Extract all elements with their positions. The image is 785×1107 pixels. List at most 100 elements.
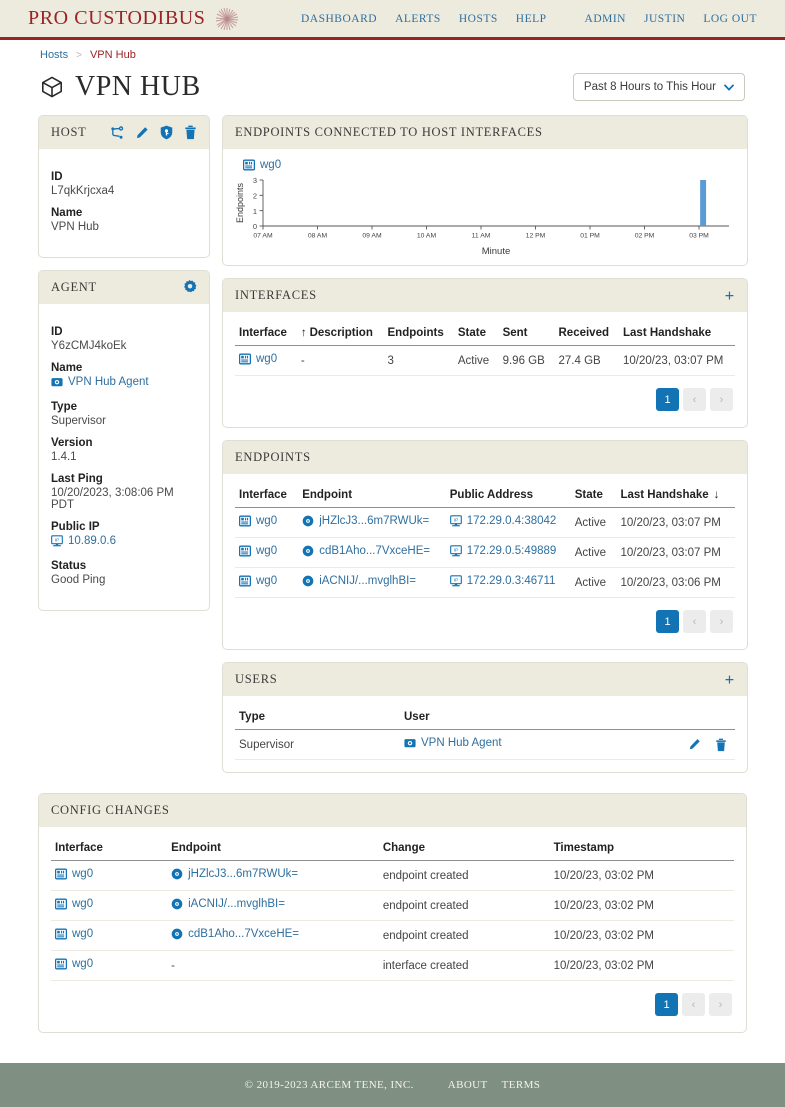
time-range-select[interactable]: Past 8 Hours to This Hour (572, 73, 745, 101)
main-content: HOST ID L7qkKrjcxa4 Name VPN Hub AGENT I… (0, 115, 785, 785)
next-page-button[interactable]: › (709, 993, 732, 1016)
col-interface[interactable]: Interface (235, 322, 297, 346)
page-1-button[interactable]: 1 (656, 610, 679, 633)
page-footer: © 2019-2023 ARCEM TENE, INC. ABOUT TERMS (0, 1063, 785, 1107)
col-last-handshake[interactable]: Last Handshake (616, 484, 735, 508)
interface-link[interactable]: wg0 (238, 353, 277, 365)
agent-public-ip-link[interactable]: IP 10.89.0.6 (51, 535, 116, 547)
svg-text:IP: IP (55, 538, 59, 543)
col-interface[interactable]: Interface (235, 484, 299, 508)
col-interface[interactable]: Interface (51, 837, 168, 861)
svg-text:12 PM: 12 PM (526, 233, 546, 240)
prev-page-button[interactable]: ‹ (683, 610, 706, 633)
endpoint-link[interactable]: jHZlcJ3...6m7RWUk= (171, 868, 298, 880)
col-state[interactable]: State (453, 322, 499, 346)
host-key-shield-icon[interactable] (160, 125, 173, 140)
svg-text:IP: IP (454, 548, 458, 553)
agent-type-label: Type (51, 401, 77, 413)
cell-state: Active (453, 345, 499, 376)
endpoint-link[interactable]: cdB1Aho...7VxceHE= (171, 928, 299, 940)
interface-name: wg0 (72, 958, 94, 970)
host-topology-icon[interactable] (110, 125, 124, 140)
breadcrumb-current: VPN Hub (89, 49, 136, 61)
edit-icon[interactable] (688, 738, 701, 751)
nav-logout[interactable]: LOG OUT (703, 13, 757, 25)
sunburst-logo-icon (214, 6, 240, 32)
interface-icon (54, 868, 68, 880)
col-type[interactable]: Type (235, 706, 400, 730)
nav-admin[interactable]: ADMIN (585, 13, 626, 25)
next-page-button[interactable]: › (710, 610, 733, 633)
next-page-button[interactable]: › (710, 388, 733, 411)
col-change[interactable]: Change (378, 837, 550, 861)
interface-link[interactable]: wg0 (54, 928, 94, 940)
col-endpoint[interactable]: Endpoint (298, 484, 446, 508)
col-public-address[interactable]: Public Address (445, 484, 571, 508)
interface-link[interactable]: wg0 (238, 515, 277, 527)
interface-link[interactable]: wg0 (238, 575, 277, 587)
svg-text:09 AM: 09 AM (362, 233, 382, 240)
interface-name: wg0 (72, 898, 94, 910)
col-endpoint[interactable]: Endpoint (167, 837, 379, 861)
col-sent[interactable]: Sent (498, 322, 555, 346)
monitor-ip-icon: IP (51, 535, 63, 547)
users-card: USERS + Type User Supervisor VPN Hub Age… (222, 662, 748, 773)
cell-endpoint: cdB1Aho...7VxceHE= (298, 537, 446, 568)
delete-icon[interactable] (715, 738, 727, 752)
footer-terms-link[interactable]: TERMS (502, 1079, 541, 1091)
user-link[interactable]: VPN Hub Agent (404, 737, 502, 749)
chart-legend-item[interactable]: wg0 (242, 159, 281, 171)
nav-dashboard[interactable]: DASHBOARD (301, 13, 377, 25)
endpoint-link[interactable]: iACNIJ/...mvglhBI= (302, 575, 416, 587)
endpoint-link[interactable]: jHZlcJ3...6m7RWUk= (302, 515, 429, 527)
table-row: wg0 - 3 Active 9.96 GB 27.4 GB 10/20/23,… (235, 345, 735, 376)
endpoint-link[interactable]: iACNIJ/...mvglhBI= (171, 898, 285, 910)
footer-about-link[interactable]: ABOUT (448, 1079, 488, 1091)
col-timestamp[interactable]: Timestamp (549, 837, 734, 861)
interface-link[interactable]: wg0 (238, 545, 277, 557)
public-address-link[interactable]: IP 172.29.0.4:38042 (449, 515, 556, 527)
endpoints-bar-chart: 0 1 2 3 Endpoints 07 AM 08 AM 09 AM 10 AM 11 AM 12… (235, 176, 729, 257)
host-delete-icon[interactable] (184, 125, 197, 140)
nav-alerts[interactable]: ALERTS (395, 13, 441, 25)
col-last-handshake[interactable]: Last Handshake (619, 322, 735, 346)
interfaces-table: Interface Description Endpoints State Se… (235, 322, 735, 376)
nav-hosts[interactable]: HOSTS (459, 13, 498, 25)
col-received[interactable]: Received (554, 322, 619, 346)
page-1-button[interactable]: 1 (656, 388, 679, 411)
col-user[interactable]: User (400, 706, 629, 730)
monitor-ip-icon: IP (449, 575, 462, 587)
agent-icon (404, 737, 416, 749)
interface-name: wg0 (72, 928, 94, 940)
page-1-button[interactable]: 1 (655, 993, 678, 1016)
nav-justin[interactable]: JUSTIN (644, 13, 685, 25)
endpoints-table-body: wg0 jHZlcJ3...6m7RWUk= IP 172.29.0.4:38042 A… (235, 507, 735, 598)
config-changes-table-body: wg0 jHZlcJ3...6m7RWUk= endpoint created 10/… (51, 860, 734, 981)
col-description[interactable]: Description (296, 322, 384, 346)
agent-name-link[interactable]: VPN Hub Agent (51, 376, 149, 388)
public-address-link[interactable]: IP 172.29.0.3:46711 (449, 575, 555, 587)
add-user-button[interactable]: + (725, 671, 735, 688)
add-interface-button[interactable]: + (725, 287, 735, 304)
prev-page-button[interactable]: ‹ (682, 993, 705, 1016)
gear-icon[interactable] (182, 280, 197, 295)
interface-link[interactable]: wg0 (54, 958, 94, 970)
host-edit-icon[interactable] (135, 126, 149, 140)
breadcrumb-hosts-link[interactable]: Hosts (40, 49, 68, 61)
breadcrumb: Hosts > VPN Hub (0, 40, 785, 65)
users-table-body: Supervisor VPN Hub Agent (235, 729, 735, 760)
endpoint-link[interactable]: cdB1Aho...7VxceHE= (302, 545, 430, 557)
public-address-link[interactable]: IP 172.29.0.5:49889 (449, 545, 556, 557)
col-endpoints[interactable]: Endpoints (383, 322, 454, 346)
interface-link[interactable]: wg0 (54, 868, 93, 880)
col-state[interactable]: State (570, 484, 617, 508)
prev-page-button[interactable]: ‹ (683, 388, 706, 411)
host-details: ID L7qkKrjcxa4 Name VPN Hub (51, 171, 197, 233)
config-changes-card: CONFIG CHANGES Interface Endpoint Change… (38, 793, 747, 1033)
footer-copyright: © 2019-2023 ARCEM TENE, INC. (244, 1079, 414, 1091)
brand-logo[interactable]: PRO CUSTODIBUS (28, 6, 240, 32)
page-root: PRO CUSTODIBUS DASHBOARD ALERTS HOSTS HE… (0, 0, 785, 1107)
nav-help[interactable]: HELP (516, 13, 547, 25)
cell-change: endpoint created (378, 890, 550, 921)
interface-link[interactable]: wg0 (54, 898, 94, 910)
